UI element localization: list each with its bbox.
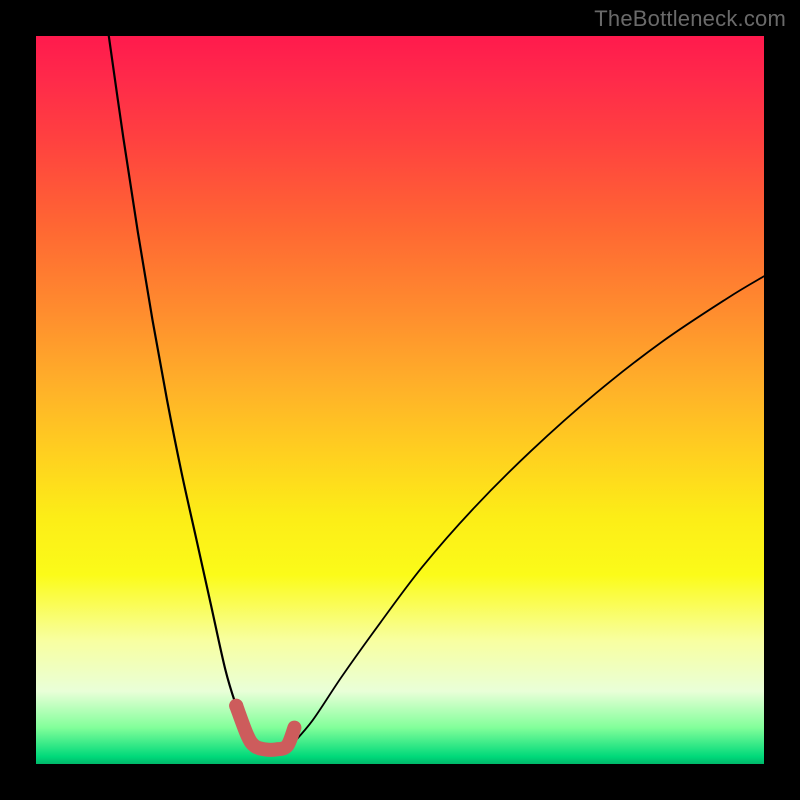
valley-marker-dot bbox=[229, 699, 243, 713]
curve-left-branch bbox=[109, 36, 255, 746]
curve-right-branch bbox=[291, 276, 764, 746]
watermark-text: TheBottleneck.com bbox=[594, 6, 786, 32]
valley-marker-path bbox=[236, 706, 294, 750]
plot-area bbox=[36, 36, 764, 764]
outer-frame: TheBottleneck.com bbox=[0, 0, 800, 800]
curve-layer bbox=[36, 36, 764, 764]
